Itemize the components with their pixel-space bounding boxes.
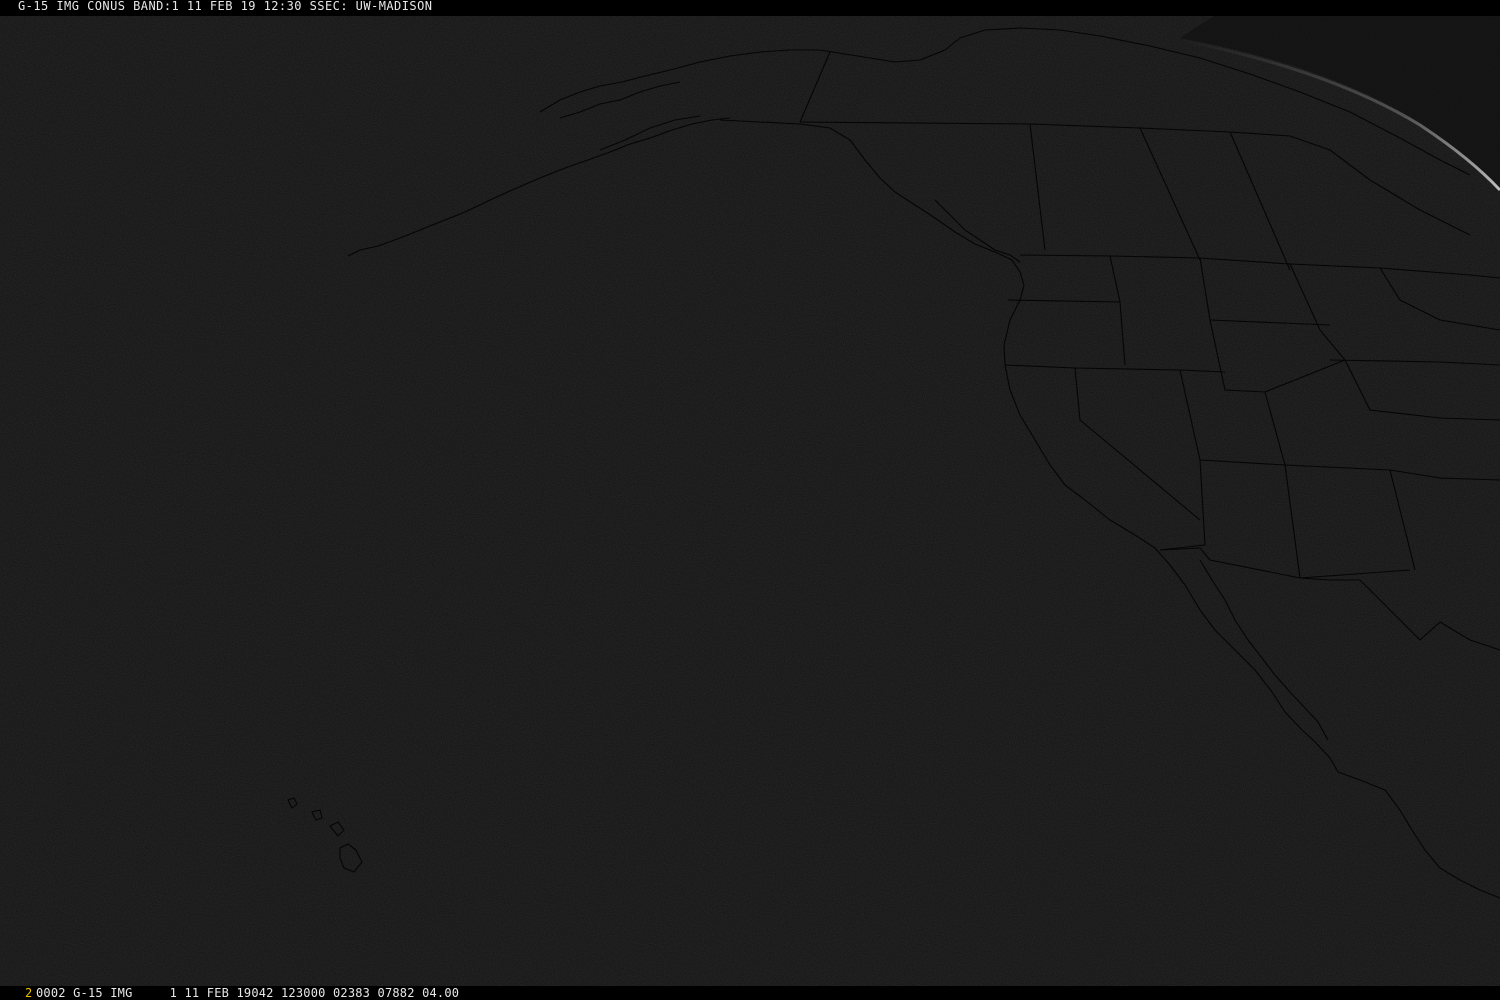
satellite-image [0, 0, 1500, 1000]
satellite-viewer: G-15 IMG CONUS BAND:1 11 FEB 19 12:30 SS… [0, 0, 1500, 1000]
title-bar: G-15 IMG CONUS BAND:1 11 FEB 19 12:30 SS… [0, 0, 1500, 16]
image-title: G-15 IMG CONUS BAND:1 11 FEB 19 12:30 SS… [18, 0, 433, 13]
noise-texture [0, 0, 1500, 1000]
status-bar: 2 0002 G-15 IMG 1 11 FEB 19042 123000 02… [0, 986, 1500, 1000]
image-metadata: 0002 G-15 IMG 1 11 FEB 19042 123000 0238… [36, 986, 460, 1000]
frame-number: 2 [25, 986, 33, 1000]
